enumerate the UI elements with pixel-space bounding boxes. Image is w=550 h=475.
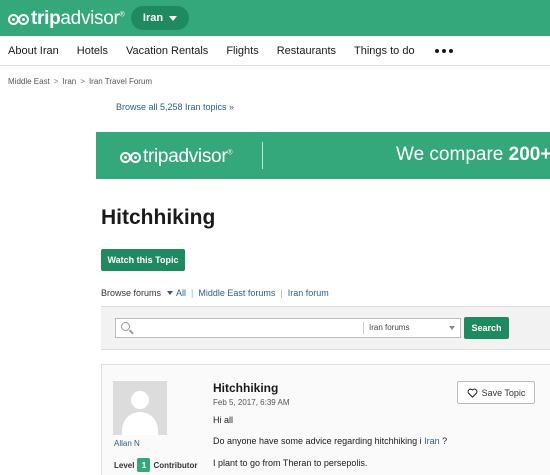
breadcrumb-middle-east[interactable]: Middle East xyxy=(8,77,50,86)
main-nav: About Iran Hotels Vacation Rentals Fligh… xyxy=(0,36,550,66)
owl-icon xyxy=(8,13,29,25)
post-body-line: Do anyone have some advice regarding hit… xyxy=(213,436,448,446)
browse-all-topics-link[interactable]: Browse all 5,258 Iran topics » xyxy=(116,102,234,112)
save-topic-button[interactable]: Save Topic xyxy=(457,381,535,404)
chevron-down-icon[interactable] xyxy=(449,326,455,330)
level-label: Level xyxy=(114,460,135,470)
banner-logo-trip: trip xyxy=(143,146,169,167)
logo-reg: ® xyxy=(119,11,125,19)
iran-inline-link[interactable]: Iran xyxy=(424,436,440,446)
banner-logo: tripadvisor® xyxy=(120,146,233,168)
chevron-down-icon xyxy=(169,15,178,21)
search-box: Iran forums xyxy=(115,318,461,338)
watch-topic-button[interactable]: Watch this Topic xyxy=(101,249,185,271)
post-body-line: I plant to go from Theran to persepolis. xyxy=(213,458,368,468)
logo-advisor: advisor xyxy=(60,8,120,29)
banner-slogan: We compare 200+ xyxy=(396,144,550,165)
nav-hotels[interactable]: Hotels xyxy=(77,45,108,57)
top-header: tripadvisor® Iran xyxy=(0,0,550,36)
nav-vacation-rentals[interactable]: Vacation Rentals xyxy=(126,45,208,57)
forum-post: Allan N Level 1 Contributor Hitchhiking … xyxy=(101,364,550,475)
forum-search-panel: Iran forums Search xyxy=(101,306,550,350)
banner-divider xyxy=(262,142,263,169)
geo-selector[interactable]: Iran xyxy=(131,6,189,30)
level-role: Contributor xyxy=(153,460,198,470)
search-button[interactable]: Search xyxy=(464,317,509,339)
nav-things-to-do[interactable]: Things to do xyxy=(354,45,415,57)
breadcrumb-iran-travel-forum[interactable]: Iran Travel Forum xyxy=(89,77,152,86)
post-date: Feb 5, 2017, 6:39 AM xyxy=(213,398,290,407)
browse-forums-row: Browse forums All | Middle East forums |… xyxy=(101,288,329,298)
search-input[interactable] xyxy=(136,319,360,337)
logo-trip: trip xyxy=(31,8,61,29)
nav-about-iran[interactable]: About Iran xyxy=(8,45,59,57)
post-title: Hitchhiking xyxy=(213,381,279,395)
page-title: Hitchhiking xyxy=(101,206,216,229)
banner-logo-advisor: advisor xyxy=(168,146,228,167)
browse-all-link[interactable]: All xyxy=(176,288,186,298)
breadcrumb-separator: > xyxy=(80,77,85,86)
browse-forums-label: Browse forums xyxy=(101,288,162,298)
level-badge: 1 xyxy=(137,458,151,472)
contributor-level: Level 1 Contributor xyxy=(114,458,197,472)
username-link[interactable]: Allan N xyxy=(114,439,140,448)
middle-east-forums-link[interactable]: Middle East forums xyxy=(198,288,275,298)
nav-restaurants[interactable]: Restaurants xyxy=(277,45,336,57)
nav-flights[interactable]: Flights xyxy=(226,45,258,57)
ad-banner[interactable]: tripadvisor® We compare 200+ xyxy=(96,132,550,179)
search-icon xyxy=(121,322,130,331)
save-topic-label: Save Topic xyxy=(481,387,526,398)
avatar[interactable] xyxy=(113,381,167,435)
chevron-down-icon[interactable] xyxy=(167,291,174,295)
heart-icon xyxy=(467,388,477,398)
search-scope-select[interactable]: Iran forums xyxy=(369,323,409,332)
tripadvisor-logo[interactable]: tripadvisor® xyxy=(8,8,125,30)
post-header: Hitchhiking Feb 5, 2017, 6:39 AM xyxy=(213,381,290,407)
geo-label: Iran xyxy=(142,12,164,24)
post-body-line: Hi all xyxy=(213,415,234,425)
banner-logo-reg: ® xyxy=(227,149,233,157)
breadcrumb-iran[interactable]: Iran xyxy=(62,77,76,86)
breadcrumb: Middle East > Iran > Iran Travel Forum xyxy=(8,77,152,86)
owl-icon xyxy=(120,151,141,163)
iran-forum-link[interactable]: Iran forum xyxy=(288,288,329,298)
more-icon[interactable] xyxy=(434,48,453,53)
breadcrumb-separator: > xyxy=(53,77,59,86)
